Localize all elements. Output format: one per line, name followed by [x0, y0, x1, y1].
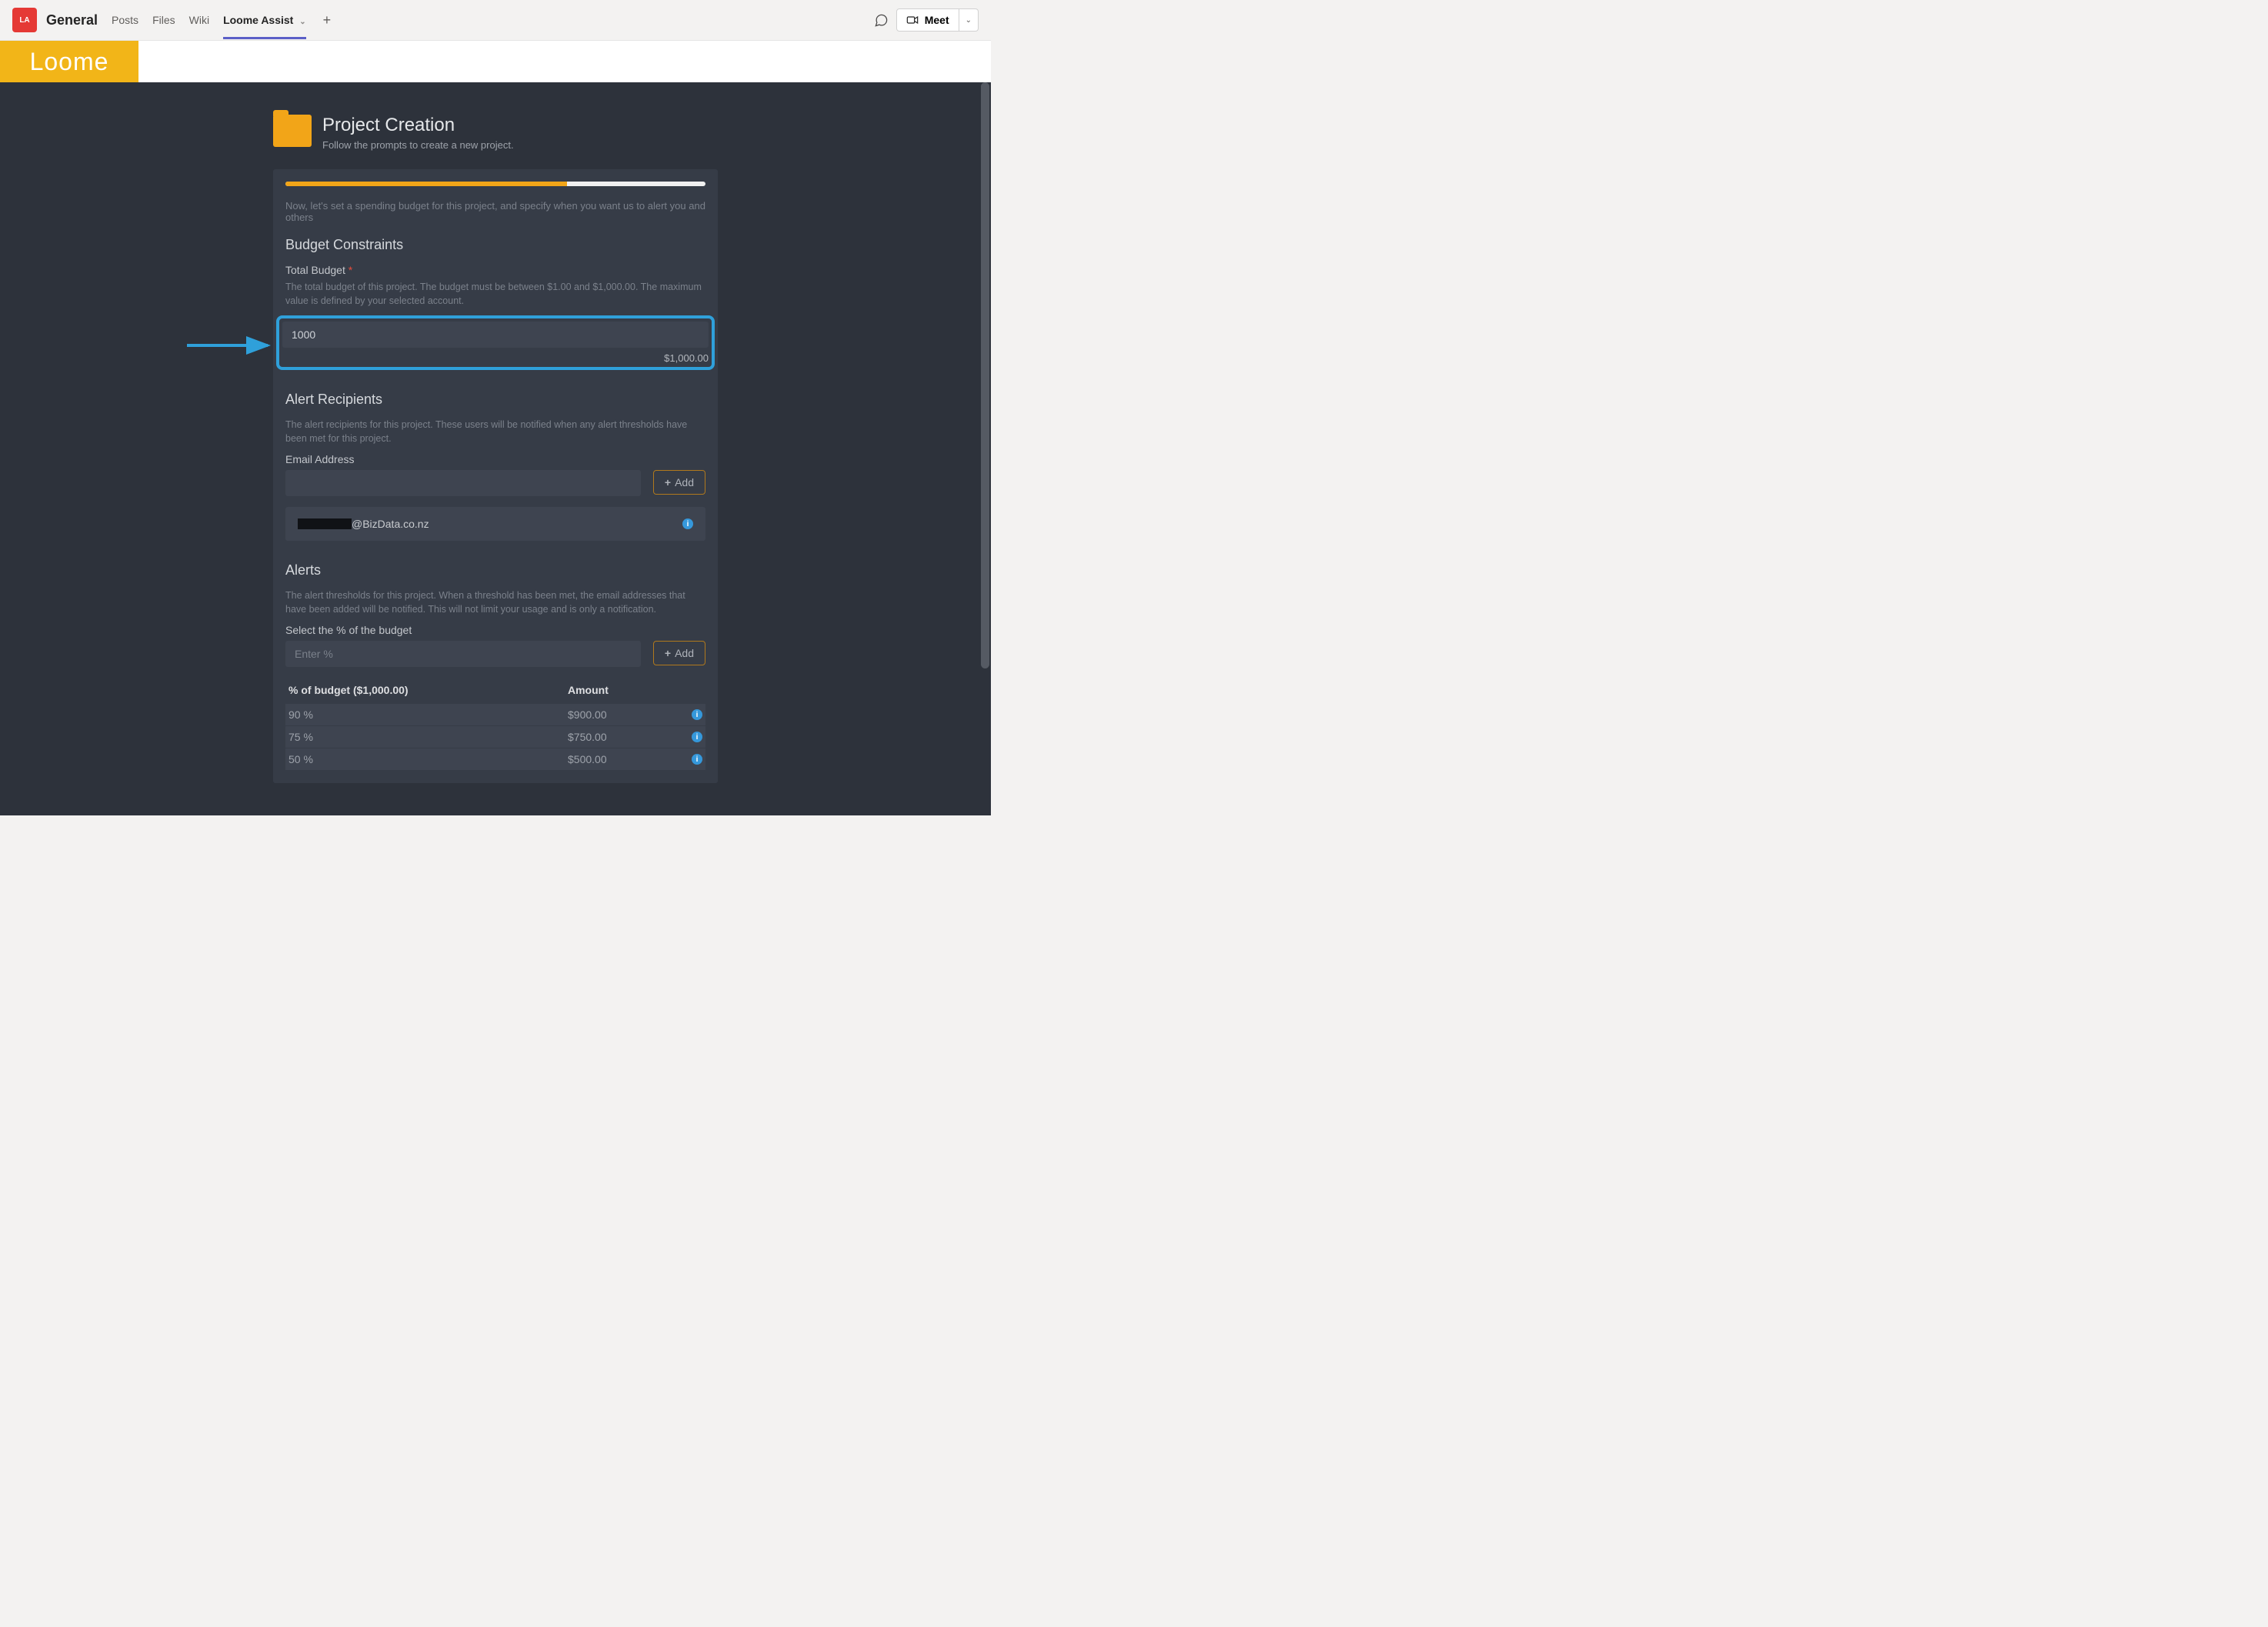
- total-budget-input[interactable]: [282, 322, 709, 348]
- table-row: 50 % $500.00 i: [285, 748, 705, 771]
- redacted-name: [298, 518, 352, 529]
- plus-icon: +: [665, 647, 671, 659]
- header-actions: Meet ⌄: [874, 8, 979, 32]
- tab-loome-assist[interactable]: Loome Assist ⌄: [223, 1, 306, 39]
- plus-icon: +: [665, 476, 671, 488]
- page-title: Project Creation: [322, 115, 514, 136]
- row-amount: $900.00: [568, 708, 687, 721]
- recipient-chip: @BizData.co.nz i: [285, 507, 705, 541]
- page-header: Project Creation Follow the prompts to c…: [273, 115, 718, 151]
- row-percent: 50 %: [289, 753, 568, 765]
- email-domain: @BizData.co.nz: [352, 518, 429, 530]
- budget-highlight: $1,000.00: [276, 315, 715, 370]
- budget-section: Budget Constraints Total Budget * The to…: [285, 237, 705, 370]
- team-avatar[interactable]: LA: [12, 8, 37, 32]
- percent-input-row: + Add: [285, 641, 705, 667]
- info-icon[interactable]: i: [692, 754, 702, 765]
- budget-help: The total budget of this project. The bu…: [285, 281, 705, 308]
- alerts-table: % of budget ($1,000.00) Amount 90 % $900…: [285, 678, 705, 771]
- tab-wiki[interactable]: Wiki: [189, 1, 209, 39]
- tabs-row: Posts Files Wiki Loome Assist ⌄ +: [112, 1, 334, 39]
- chat-icon[interactable]: [874, 13, 889, 28]
- loome-banner: Loome: [0, 41, 991, 82]
- app-body: Project Creation Follow the prompts to c…: [0, 82, 991, 815]
- teams-header: LA General Posts Files Wiki Loome Assist…: [0, 0, 991, 41]
- page-subtitle: Follow the prompts to create a new proje…: [322, 139, 514, 151]
- table-row: 90 % $900.00 i: [285, 704, 705, 726]
- chevron-down-icon[interactable]: ⌄: [299, 18, 305, 26]
- total-budget-label: Total Budget *: [285, 264, 705, 276]
- add-tab-button[interactable]: +: [320, 12, 335, 28]
- add-alert-label: Add: [675, 647, 694, 659]
- budget-title: Budget Constraints: [285, 237, 705, 253]
- tab-loome-assist-label: Loome Assist: [223, 14, 293, 26]
- add-alert-button[interactable]: + Add: [653, 641, 705, 665]
- scrollbar-thumb[interactable]: [981, 82, 989, 668]
- intro-text: Now, let's set a spending budget for thi…: [285, 200, 705, 223]
- progress-fill: [285, 182, 567, 186]
- form-card: Now, let's set a spending budget for thi…: [273, 169, 718, 783]
- tab-posts[interactable]: Posts: [112, 1, 138, 39]
- email-input[interactable]: [285, 470, 641, 496]
- email-address-label: Email Address: [285, 453, 705, 465]
- row-amount: $500.00: [568, 753, 687, 765]
- alerts-title: Alerts: [285, 562, 705, 578]
- recipients-help: The alert recipients for this project. T…: [285, 418, 705, 445]
- progress-bar: [285, 182, 705, 186]
- select-percent-label: Select the % of the budget: [285, 624, 705, 636]
- tab-files[interactable]: Files: [152, 1, 175, 39]
- meet-button-group: Meet ⌄: [896, 8, 979, 32]
- row-percent: 75 %: [289, 731, 568, 743]
- meet-label: Meet: [925, 14, 949, 26]
- meet-button[interactable]: Meet: [896, 8, 959, 32]
- header-percent: % of budget ($1,000.00): [289, 684, 568, 696]
- folder-icon: [273, 115, 312, 147]
- alerts-table-header: % of budget ($1,000.00) Amount: [285, 678, 705, 704]
- info-icon[interactable]: i: [692, 732, 702, 742]
- email-input-row: + Add: [285, 470, 705, 496]
- row-percent: 90 %: [289, 708, 568, 721]
- row-amount: $750.00: [568, 731, 687, 743]
- percent-input[interactable]: [285, 641, 641, 667]
- info-icon[interactable]: i: [682, 518, 693, 529]
- recipients-section: Alert Recipients The alert recipients fo…: [285, 392, 705, 541]
- channel-name[interactable]: General: [46, 12, 98, 28]
- loome-logo: Loome: [0, 41, 138, 82]
- arrow-annotation: [187, 335, 275, 355]
- recipients-title: Alert Recipients: [285, 392, 705, 408]
- meet-dropdown-button[interactable]: ⌄: [959, 8, 979, 32]
- add-recipient-button[interactable]: + Add: [653, 470, 705, 495]
- alerts-help: The alert thresholds for this project. W…: [285, 589, 705, 616]
- scrollbar[interactable]: [979, 82, 991, 815]
- header-amount: Amount: [568, 684, 687, 696]
- alerts-section: Alerts The alert thresholds for this pro…: [285, 562, 705, 771]
- add-recipient-label: Add: [675, 476, 694, 488]
- budget-formatted: $1,000.00: [282, 352, 709, 364]
- video-icon: [906, 14, 919, 26]
- info-icon[interactable]: i: [692, 709, 702, 720]
- content-wrapper: Project Creation Follow the prompts to c…: [273, 115, 718, 783]
- table-row: 75 % $750.00 i: [285, 726, 705, 748]
